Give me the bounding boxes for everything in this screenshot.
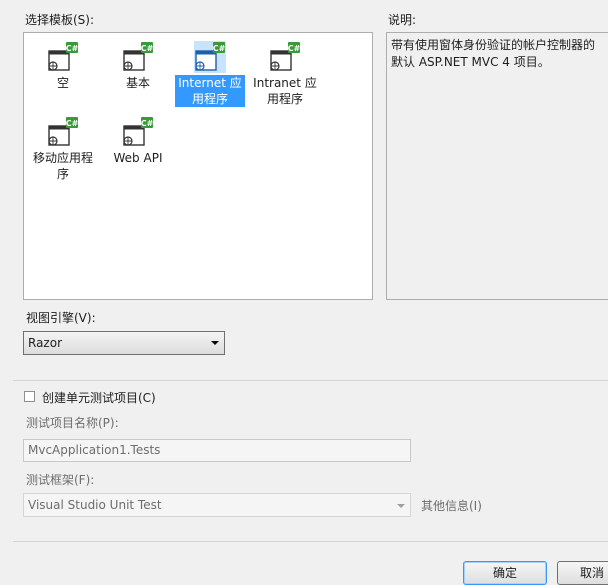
test-framework-label: 测试框架(F): (26, 473, 95, 487)
create-unit-test-label[interactable]: 创建单元测试项目(C) (42, 389, 156, 406)
template-item-label: Intranet 应用程序 (253, 76, 317, 106)
mvc-project-icon: C# (122, 116, 154, 148)
mvc-project-icon: C# (269, 41, 301, 73)
template-item-label: 基本 (125, 76, 150, 90)
bottom-divider (13, 541, 608, 542)
template-item-label: Internet 应用程序 (175, 75, 245, 107)
template-item-internet[interactable]: C# Internet 应用程序 (175, 37, 245, 107)
ok-button-label: 确定 (492, 566, 517, 580)
create-unit-test-checkbox[interactable] (24, 391, 35, 402)
cancel-button[interactable]: 取消 (557, 561, 608, 585)
chevron-down-icon (397, 504, 405, 508)
mvc-project-icon: C# (194, 41, 226, 73)
template-item-intranet[interactable]: C# Intranet 应用程序 (250, 37, 320, 107)
section-divider (13, 380, 608, 381)
test-project-name-input[interactable]: MvcApplication1.Tests (23, 439, 411, 462)
cancel-button-label: 取消 (579, 566, 604, 580)
test-framework-select[interactable]: Visual Studio Unit Test (23, 493, 411, 517)
more-info-link[interactable]: 其他信息(I) (421, 497, 482, 514)
template-item-mobile[interactable]: C# 移动应用程序 (28, 112, 98, 182)
svg-text:C#: C# (66, 44, 79, 53)
description-box: 带有使用窗体身份验证的帐户控制器的默认 ASP.NET MVC 4 项目。 (386, 32, 608, 300)
test-framework-value: Visual Studio Unit Test (28, 498, 162, 512)
svg-text:C#: C# (288, 44, 301, 53)
chevron-down-icon (211, 341, 219, 345)
mvc-project-icon: C# (47, 116, 79, 148)
test-project-name-value: MvcApplication1.Tests (28, 443, 161, 457)
view-engine-select[interactable]: Razor (23, 331, 225, 355)
view-engine-value: Razor (28, 336, 63, 350)
template-list-label: 选择模板(S): (25, 13, 95, 27)
mvc-project-icon: C# (122, 41, 154, 73)
description-text: 带有使用窗体身份验证的帐户控制器的默认 ASP.NET MVC 4 项目。 (391, 38, 596, 69)
template-item-basic[interactable]: C# 基本 (103, 37, 173, 91)
template-item-empty[interactable]: C# 空 (28, 37, 98, 91)
test-project-name-label: 测试项目名称(P): (26, 416, 119, 430)
template-item-webapi[interactable]: C# Web API (103, 112, 173, 166)
description-label: 说明: (388, 13, 417, 27)
svg-text:C#: C# (66, 119, 79, 128)
view-engine-label: 视图引擎(V): (26, 311, 96, 325)
svg-text:C#: C# (141, 44, 154, 53)
template-item-label: 移动应用程序 (32, 151, 93, 181)
template-item-label: Web API (113, 151, 163, 165)
svg-text:C#: C# (213, 44, 226, 53)
ok-button[interactable]: 确定 (463, 561, 547, 585)
template-list[interactable]: C# 空 C# 基本 C# Internet 应用程序 C# Intranet … (23, 32, 373, 300)
mvc-project-icon: C# (47, 41, 79, 73)
svg-text:C#: C# (141, 119, 154, 128)
template-item-label: 空 (56, 76, 69, 90)
